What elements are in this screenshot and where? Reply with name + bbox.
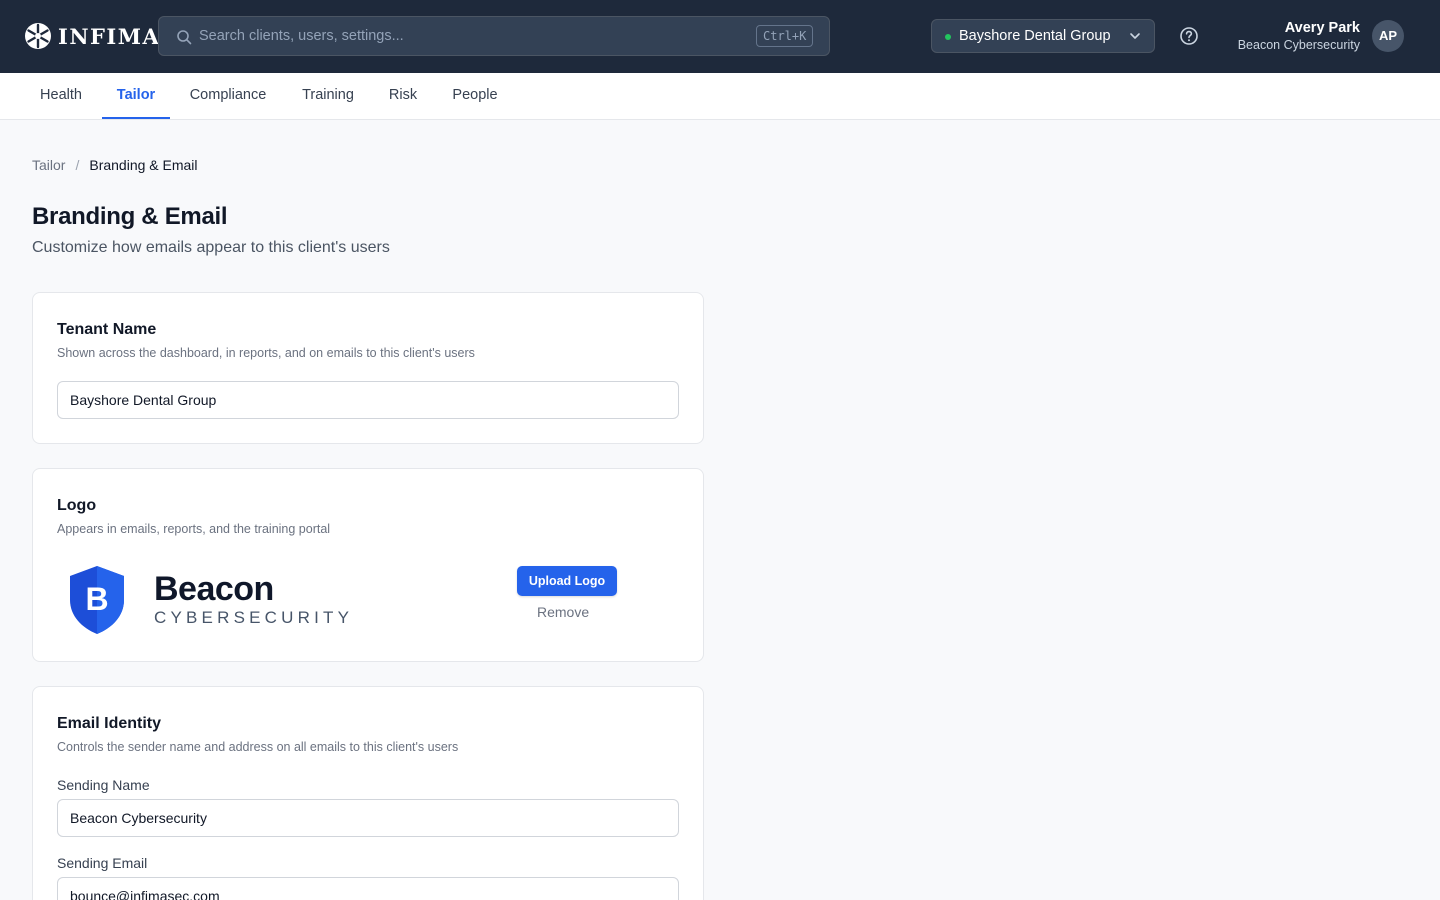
breadcrumb-current: Branding & Email: [89, 157, 198, 173]
logo-card: Logo Appears in emails, reports, and the…: [32, 468, 704, 662]
tab-risk[interactable]: Risk: [374, 73, 432, 119]
tab-training[interactable]: Training: [286, 73, 370, 119]
tenant-name-description: Shown across the dashboard, in reports, …: [57, 346, 475, 360]
search-input[interactable]: [199, 17, 749, 55]
logo-description: Appears in emails, reports, and the trai…: [57, 522, 331, 536]
breadcrumb: Tailor / Branding & Email: [32, 156, 198, 174]
tenant-selector[interactable]: Bayshore Dental Group: [931, 19, 1155, 53]
remove-logo-button[interactable]: Remove: [537, 604, 589, 620]
page-title: Branding & Email: [32, 203, 228, 230]
user-name: Avery Park: [1284, 20, 1360, 36]
tab-people[interactable]: People: [436, 73, 514, 119]
shield-logo-icon: B: [70, 566, 124, 634]
shield-letter: B: [85, 581, 108, 617]
tab-tailor[interactable]: Tailor: [102, 73, 170, 119]
sending-email-label: Sending Email: [57, 855, 148, 871]
upload-logo-button[interactable]: Upload Logo: [517, 566, 617, 596]
app-logo[interactable]: INFIMA: [24, 21, 160, 51]
email-identity-description: Controls the sender name and address on …: [57, 740, 459, 754]
sending-name-input[interactable]: [57, 799, 679, 837]
section-tabs: Health Tailor Compliance Training Risk P…: [0, 73, 1440, 120]
help-icon[interactable]: [1179, 26, 1199, 46]
logo-preview: B Beacon CYBERSECURITY: [66, 564, 356, 636]
brand-name: Beacon: [154, 570, 274, 608]
snowflake-logo-icon: [25, 23, 51, 49]
tenant-name-title: Tenant Name: [57, 321, 157, 338]
sending-email-input[interactable]: [57, 877, 679, 900]
sending-name-label: Sending Name: [57, 777, 150, 793]
breadcrumb-parent-link[interactable]: Tailor: [32, 157, 65, 173]
search-shortcut-hint: Ctrl+K: [756, 25, 814, 47]
user-org: Beacon Cybersecurity: [1237, 38, 1360, 52]
tab-compliance[interactable]: Compliance: [174, 73, 282, 119]
breadcrumb-separator: /: [75, 157, 80, 173]
avatar[interactable]: AP: [1372, 20, 1404, 52]
tab-health[interactable]: Health: [24, 73, 98, 119]
email-identity-title: Email Identity: [57, 715, 162, 732]
search-icon: [177, 30, 192, 45]
page-subtitle: Customize how emails appear to this clie…: [32, 239, 390, 256]
tenant-selector-label: Bayshore Dental Group: [959, 28, 1111, 44]
email-identity-card: Email Identity Controls the sender name …: [32, 686, 704, 900]
user-info[interactable]: Avery Park Beacon Cybersecurity: [1238, 19, 1360, 53]
global-search[interactable]: Ctrl+K: [158, 16, 830, 56]
tenant-status-dot: [945, 34, 951, 40]
logo-title: Logo: [57, 497, 97, 514]
top-nav-bar: INFIMA Ctrl+K Bayshore Dental Group Aver…: [0, 0, 1440, 73]
tenant-name-card: Tenant Name Shown across the dashboard, …: [32, 292, 704, 444]
tenant-name-input[interactable]: [57, 381, 679, 419]
brand-tagline: CYBERSECURITY: [154, 608, 354, 627]
app-name: INFIMA: [58, 23, 161, 49]
chevron-down-icon: [1130, 33, 1140, 39]
